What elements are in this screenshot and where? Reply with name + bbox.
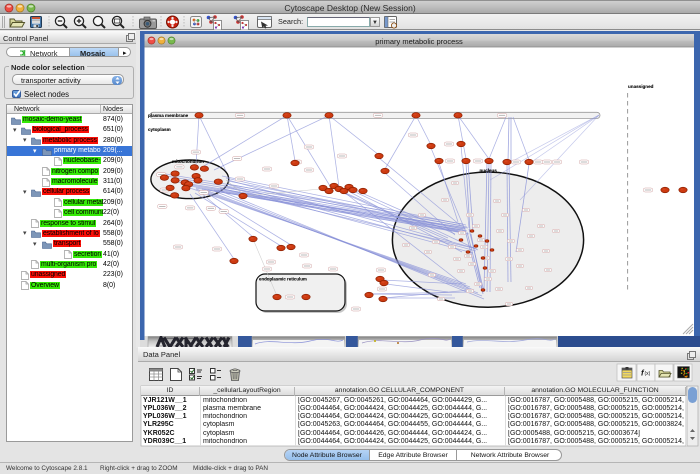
svg-text:cytoplasm: cytoplasm xyxy=(148,127,171,132)
svg-text:nucleus: nucleus xyxy=(480,168,498,173)
svg-text:endoplasmic reticulum: endoplasmic reticulum xyxy=(259,277,307,282)
svg-text:mitochondrion: mitochondrion xyxy=(172,159,204,164)
svg-text:unassigned: unassigned xyxy=(628,84,654,89)
svg-text:(x): (x) xyxy=(645,371,651,377)
svg-text:primary metabolic process: primary metabolic process xyxy=(375,37,463,46)
svg-text:plasma membrane: plasma membrane xyxy=(148,113,189,118)
